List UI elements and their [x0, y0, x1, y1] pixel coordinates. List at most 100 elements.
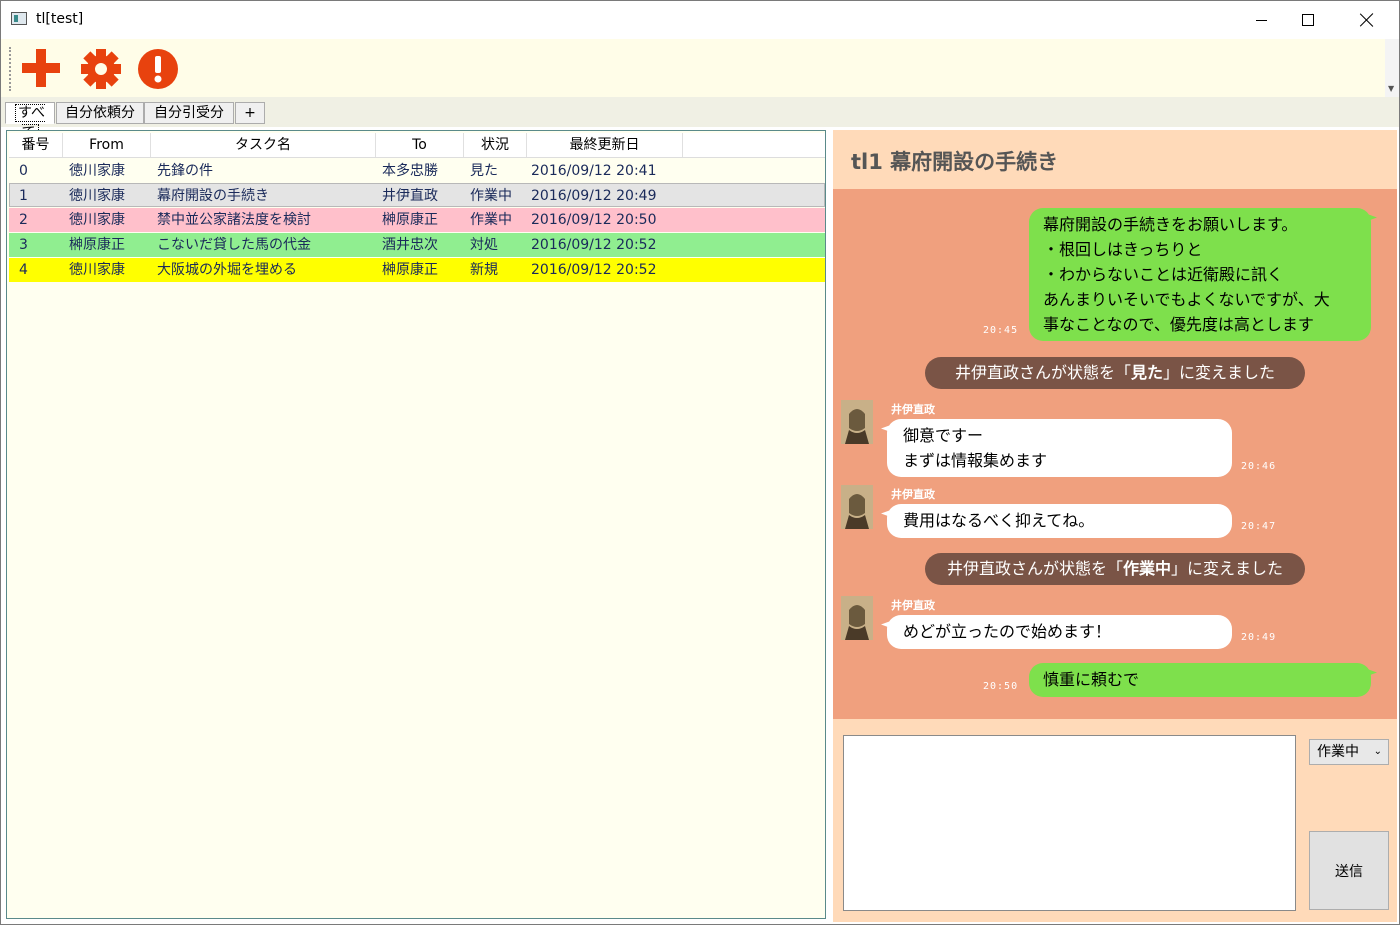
cell-task: こないだ貸した馬の代金 [157, 237, 311, 253]
column-header-updated[interactable]: 最終更新日 [527, 133, 683, 157]
minimize-icon [1255, 19, 1267, 21]
close-button[interactable] [1344, 1, 1390, 39]
table-row[interactable]: 2 徳川家康 禁中並公家諸法度を検討 榊原康正 作業中 2016/09/12 2… [9, 208, 825, 232]
cell-status: 新規 [470, 262, 498, 278]
message-input[interactable] [843, 735, 1296, 911]
notice-status: 作業中 [1122, 559, 1171, 578]
cell-task: 大阪城の外堀を埋める [157, 262, 297, 278]
cell-from: 徳川家康 [69, 188, 125, 204]
message-bubble-incoming: 御意ですー まずは情報集めます [887, 419, 1232, 477]
sender-name: 井伊直政 [891, 599, 935, 612]
message-line: 事なことなので、優先度は高とします [1043, 315, 1314, 334]
avatar[interactable] [841, 400, 873, 444]
table-row[interactable]: 3 榊原康正 こないだ貸した馬の代金 酒井忠次 対処 2016/09/12 20… [9, 233, 825, 257]
cell-task: 禁中並公家諸法度を検討 [157, 212, 311, 228]
tab-all[interactable]: すべて [5, 102, 55, 142]
message-time: 20:50 [983, 681, 1019, 692]
cell-from: 徳川家康 [69, 262, 125, 278]
portrait-icon [841, 485, 873, 529]
message-line: 御意ですー [903, 426, 984, 445]
column-header-no[interactable]: 番号 [9, 133, 63, 157]
portrait-icon [841, 596, 873, 640]
cell-from: 徳川家康 [69, 212, 125, 228]
cell-updated: 2016/09/12 20:50 [531, 212, 657, 228]
maximize-button[interactable] [1285, 1, 1331, 39]
table-row-selected[interactable]: 1 徳川家康 幕府開設の手続き 井伊直政 作業中 2016/09/12 20:4… [9, 183, 825, 207]
gear-icon [81, 49, 121, 89]
table-row[interactable]: 4 徳川家康 大阪城の外堀を埋める 榊原康正 新規 2016/09/12 20:… [9, 258, 825, 282]
status-change-notice: 井伊直政さんが状態を「作業中」に変えました [925, 553, 1305, 585]
message-time: 20:45 [983, 325, 1019, 336]
column-header-task[interactable]: タスク名 [151, 133, 376, 157]
message-line: あんまりいそいでもよくないですが、大 [1043, 290, 1330, 309]
sender-name: 井伊直政 [891, 488, 935, 501]
close-icon [1360, 13, 1374, 27]
message-time: 20:47 [1241, 521, 1277, 532]
exclamation-icon [138, 49, 178, 89]
overflow-arrow-icon: ▼ [1388, 84, 1395, 93]
plus-icon [22, 49, 60, 87]
window-title: tl[test] [36, 11, 84, 27]
message-bubble-incoming: めどが立ったので始めます！ [887, 615, 1232, 649]
send-button[interactable]: 送信 [1309, 831, 1389, 910]
table-row[interactable]: 0 徳川家康 先鋒の件 本多忠勝 見た 2016/09/12 20:41 [9, 159, 825, 183]
cell-updated: 2016/09/12 20:52 [531, 262, 657, 278]
message-line: 慎重に頼むで [1043, 670, 1140, 689]
toolbar-overflow[interactable]: ▼ [1385, 39, 1399, 97]
cell-status: 作業中 [470, 188, 512, 204]
cell-to: 酒井忠次 [382, 237, 438, 253]
cell-task: 先鋒の件 [157, 163, 213, 179]
message-bubble-outgoing: 慎重に頼むで [1029, 663, 1371, 697]
column-header-status[interactable]: 状況 [464, 133, 527, 157]
task-title: tl1 幕府開設の手続き [851, 150, 1059, 174]
notice-text: 」に変えました [1171, 559, 1284, 578]
column-header-to[interactable]: To [376, 133, 464, 157]
cell-no: 4 [19, 262, 28, 278]
status-dropdown-value: 作業中 [1317, 744, 1359, 760]
sender-name: 井伊直政 [891, 403, 935, 416]
cell-updated: 2016/09/12 20:52 [531, 237, 657, 253]
cell-updated: 2016/09/12 20:49 [531, 188, 657, 204]
status-dropdown[interactable]: 作業中 ⌄ [1309, 739, 1389, 765]
message-line: めどが立ったので始めます！ [903, 622, 1112, 641]
add-tab-button[interactable]: + [235, 102, 265, 124]
status-change-notice: 井伊直政さんが状態を「見た」に変えました [925, 357, 1305, 389]
cell-task: 幕府開設の手続き [157, 188, 269, 204]
settings-button[interactable] [79, 47, 123, 91]
message-line: まずは情報集めます [903, 451, 1048, 470]
minimize-button[interactable] [1238, 1, 1284, 39]
cell-status: 対処 [470, 237, 498, 253]
cell-to: 井伊直政 [382, 188, 438, 204]
message-bubble-incoming: 費用はなるべく抑えてね。 [887, 504, 1232, 538]
cell-status: 見た [470, 163, 498, 179]
task-list: 番号 From タスク名 To 状況 最終更新日 0 徳川家康 先鋒の件 本多忠… [6, 130, 826, 919]
add-task-button[interactable] [19, 47, 63, 91]
app-window: tl[test] ▼ すべ 自分依頼分 自分引受分 + 番号 From タスク名… [0, 0, 1400, 925]
message-time: 20:46 [1241, 461, 1277, 472]
chat-log[interactable]: 幕府開設の手続きをお願いします。 ・根回しはきっちりと ・わからないことは近衛殿… [833, 189, 1397, 719]
task-detail-pane: tl1 幕府開設の手続き 幕府開設の手続きをお願いします。 ・根回しはきっちりと… [833, 130, 1397, 922]
avatar[interactable] [841, 485, 873, 529]
toolbar: ▼ [1, 39, 1399, 97]
avatar[interactable] [841, 596, 873, 640]
column-header-from[interactable]: From [63, 133, 151, 157]
maximize-icon [1302, 14, 1314, 26]
task-list-header: 番号 From タスク名 To 状況 最終更新日 [9, 133, 825, 158]
notice-text: 井伊直政さんが状態を「 [954, 363, 1131, 382]
notice-status: 見た [1130, 363, 1163, 382]
cell-no: 2 [19, 212, 28, 228]
cell-updated: 2016/09/12 20:41 [531, 163, 657, 179]
cell-status: 作業中 [470, 212, 512, 228]
cell-no: 0 [19, 163, 28, 179]
app-icon [11, 12, 27, 25]
notice-text: 」に変えました [1163, 363, 1276, 382]
title-bar: tl[test] [1, 1, 1399, 39]
cell-from: 榊原康正 [69, 237, 125, 253]
message-line: ・根回しはきっちりと [1043, 240, 1203, 259]
cell-to: 榊原康正 [382, 262, 438, 278]
tab-my-requests[interactable]: 自分依頼分 [56, 102, 144, 124]
toolbar-grip[interactable] [9, 47, 11, 91]
tab-my-assignments[interactable]: 自分引受分 [144, 102, 234, 124]
alert-button[interactable] [136, 47, 180, 91]
message-line: 費用はなるべく抑えてね。 [903, 511, 1095, 530]
